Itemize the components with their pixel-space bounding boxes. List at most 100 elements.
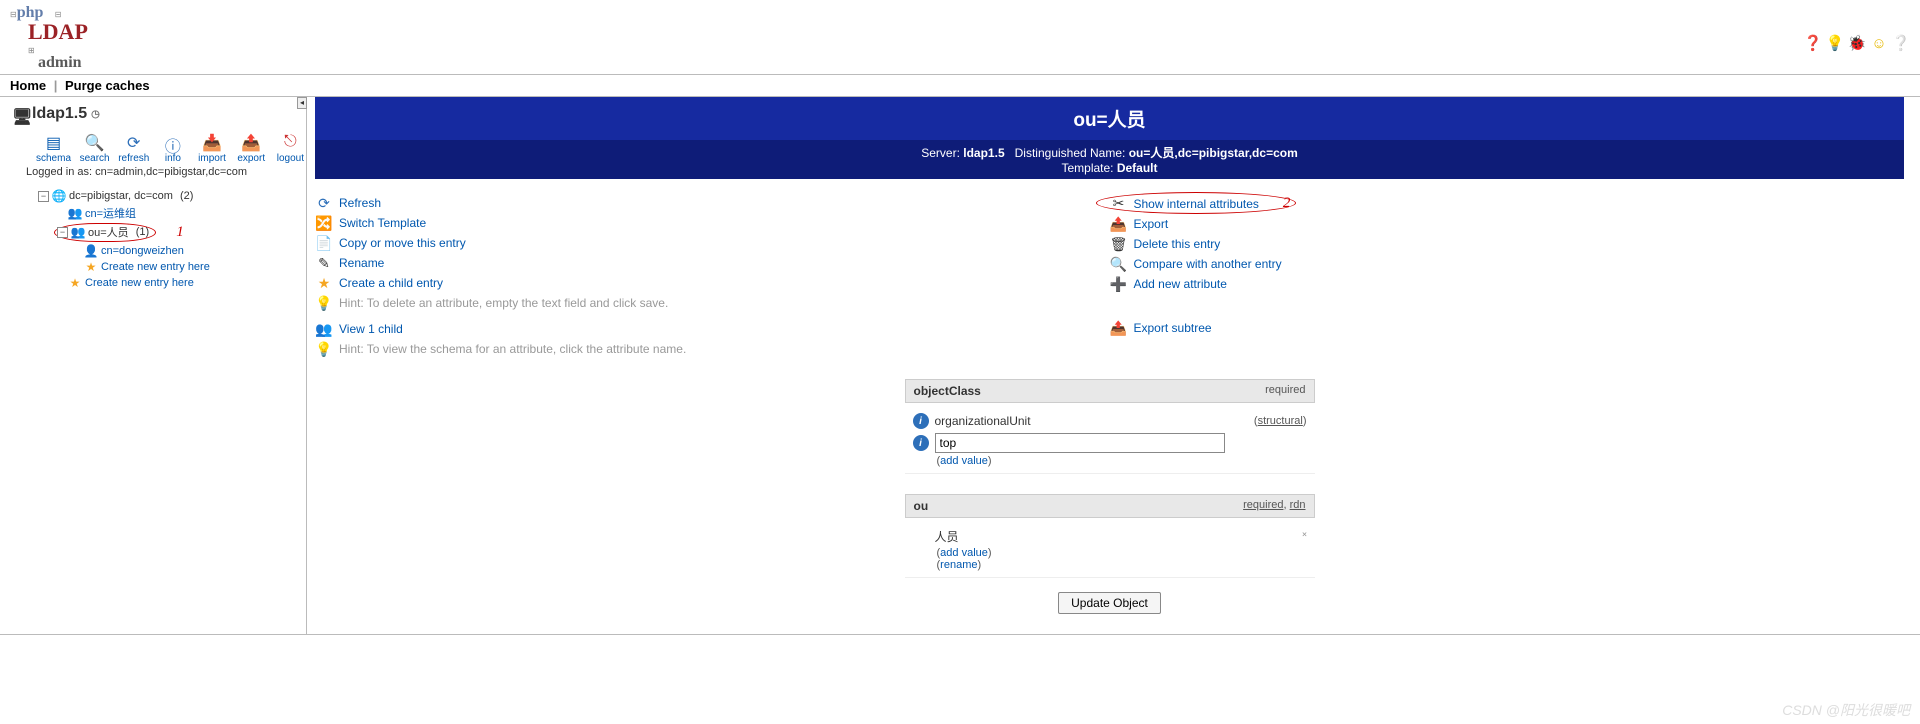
structural-flag: (structural) (1254, 415, 1307, 427)
expander-icon[interactable]: − (38, 191, 49, 202)
logged-in-as: Logged in as: cn=admin,dc=pibigstar,dc=c… (26, 166, 306, 178)
logo-admin: admin (38, 56, 1910, 70)
export-icon: 📤 (240, 133, 262, 151)
attr-value: 人员 (935, 528, 1297, 545)
action-export[interactable]: Export (1134, 217, 1169, 231)
tb-logout[interactable]: ⎋logout (275, 133, 306, 164)
attr-value: organizationalUnit (935, 414, 1248, 428)
delete-icon: 🗑 (1110, 236, 1128, 252)
logo-ldap: LDAP (28, 22, 1910, 42)
import-icon: 📥 (201, 133, 223, 151)
export-icon: 📤 (1110, 216, 1128, 232)
tree-create-new-2[interactable]: ★ Create new entry here (54, 275, 306, 291)
entry-subheader: Server: ldap1.5 Distinguished Name: ou=人… (315, 140, 1904, 179)
server-title: 🖥 ldap1.5 ◷ (8, 103, 306, 125)
rename-icon: ✎ (315, 255, 333, 271)
info-icon[interactable]: i (913, 435, 929, 451)
action-view-children[interactable]: View 1 child (339, 322, 403, 336)
tree-root[interactable]: − 🌐 dc=pibigstar, dc=com (2) (38, 188, 306, 204)
app-logo: ⊟php ⊟LDAP ⊞admin (0, 0, 1920, 74)
attr-required-label: required (1265, 384, 1305, 398)
hint-text: Hint: To view the schema for an attribut… (339, 342, 686, 356)
person-icon: 👤 (83, 244, 99, 258)
smiley-icon[interactable]: ☺ (1870, 34, 1888, 52)
rename-link[interactable]: rename (940, 559, 977, 571)
tools-icon: ✂ (1110, 196, 1128, 212)
add-attr-icon: ➕ (1110, 276, 1128, 292)
add-value-link[interactable]: add value (940, 547, 988, 559)
action-delete-entry[interactable]: Delete this entry (1134, 237, 1221, 251)
annotation-2: 2 (1283, 195, 1291, 212)
info-icon: ⓘ (162, 133, 184, 151)
star-icon: ★ (315, 275, 333, 291)
group-icon: 👥 (67, 206, 83, 220)
refresh-icon: ⟳ (123, 133, 145, 151)
star-icon: ★ (83, 260, 99, 274)
action-compare[interactable]: Compare with another entry (1134, 257, 1282, 271)
lightbulb-icon: 💡 (315, 295, 333, 311)
tb-info[interactable]: ⓘinfo (157, 133, 188, 164)
search-icon: 🔍 (84, 133, 106, 151)
add-value-link[interactable]: add value (940, 455, 988, 467)
lightbulb-icon[interactable]: 💡 (1826, 34, 1844, 52)
attr-flags: required, rdn (1243, 499, 1305, 513)
entry-actions: ⟳Refresh 🔀Switch Template 📄Copy or move … (315, 193, 1904, 359)
clock-icon[interactable]: ◷ (91, 109, 100, 120)
lightbulb-icon: 💡 (315, 341, 333, 357)
action-refresh[interactable]: Refresh (339, 196, 381, 210)
top-right-icons: ❓ 💡 🐞 ☺ ❔ (1804, 34, 1910, 52)
export-subtree-icon: 📤 (1110, 320, 1128, 336)
tree-node-cn-group[interactable]: 👥 cn=运维组 (54, 204, 306, 222)
attr-name[interactable]: ou (914, 499, 929, 513)
sidebar-collapse-icon[interactable]: ◂ (297, 97, 307, 109)
tree-node-cn-user[interactable]: 👤 cn=dongweizhen (70, 243, 306, 259)
bug-icon[interactable]: 🐞 (1848, 34, 1866, 52)
hint-text: Hint: To delete an attribute, empty the … (339, 296, 668, 310)
action-create-child[interactable]: Create a child entry (339, 276, 443, 290)
tree-node-ou-people[interactable]: − 👥 ou=人员 (1) 1 (54, 222, 306, 243)
watermark: CSDN @阳光很暖吧 (1782, 700, 1910, 720)
copy-icon: 📄 (315, 235, 333, 251)
tb-import[interactable]: 📥import (196, 133, 227, 164)
ou-icon: 👥 (70, 225, 86, 239)
ldap-tree: − 🌐 dc=pibigstar, dc=com (2) 👥 cn=运维组 − … (38, 188, 306, 291)
action-show-internal[interactable]: Show internal attributes (1134, 197, 1259, 211)
action-copy-move[interactable]: Copy or move this entry (339, 236, 466, 250)
refresh-icon: ⟳ (315, 195, 333, 211)
action-switch-template[interactable]: Switch Template (339, 216, 426, 230)
server-icon: 🖥 (12, 107, 28, 121)
tb-schema[interactable]: ▤schema (36, 133, 71, 164)
update-object-button[interactable]: Update Object (1058, 592, 1161, 614)
schema-icon: ▤ (43, 133, 65, 151)
action-rename[interactable]: Rename (339, 256, 384, 270)
entry-title: ou=人员 (315, 97, 1904, 140)
sidebar: ◂ 🖥 ldap1.5 ◷ ▤schema 🔍search ⟳refresh ⓘ… (0, 97, 307, 634)
star-icon: ★ (67, 276, 83, 290)
menu-purge-caches[interactable]: Purge caches (65, 78, 150, 93)
tree-create-new-1[interactable]: ★ Create new entry here (70, 259, 306, 275)
entry-header: ou=人员 Server: ldap1.5 Distinguished Name… (315, 97, 1904, 179)
logout-icon: ⎋ (279, 133, 301, 151)
attr-ou: ou required, rdn 人员 ˟ (add value) (renam… (905, 494, 1315, 578)
globe-icon: 🌐 (51, 189, 67, 203)
info-icon[interactable]: i (913, 413, 929, 429)
action-export-subtree[interactable]: Export subtree (1134, 321, 1212, 335)
tb-export[interactable]: 📤export (236, 133, 267, 164)
tb-refresh[interactable]: ⟳refresh (118, 133, 149, 164)
attr-objectclass: objectClass required i organizationalUni… (905, 379, 1315, 474)
server-name-text: ldap1.5 (32, 105, 87, 123)
action-add-attribute[interactable]: Add new attribute (1134, 277, 1227, 291)
tb-search[interactable]: 🔍search (79, 133, 110, 164)
help-icon[interactable]: ❓ (1804, 34, 1822, 52)
annotation-1: 1 (176, 224, 184, 241)
expander-icon[interactable]: − (57, 227, 68, 238)
children-icon: 👥 (315, 321, 333, 337)
menubar: Home | Purge caches (0, 74, 1920, 97)
menu-home[interactable]: Home (10, 78, 46, 93)
server-toolbar: ▤schema 🔍search ⟳refresh ⓘinfo 📥import 📤… (36, 133, 306, 164)
main-content: ou=人员 Server: ldap1.5 Distinguished Name… (307, 97, 1920, 634)
globe-help-icon[interactable]: ❔ (1892, 34, 1910, 52)
attr-name[interactable]: objectClass (914, 384, 981, 398)
compare-icon: 🔍 (1110, 256, 1128, 272)
attr-value-input[interactable] (935, 433, 1225, 453)
